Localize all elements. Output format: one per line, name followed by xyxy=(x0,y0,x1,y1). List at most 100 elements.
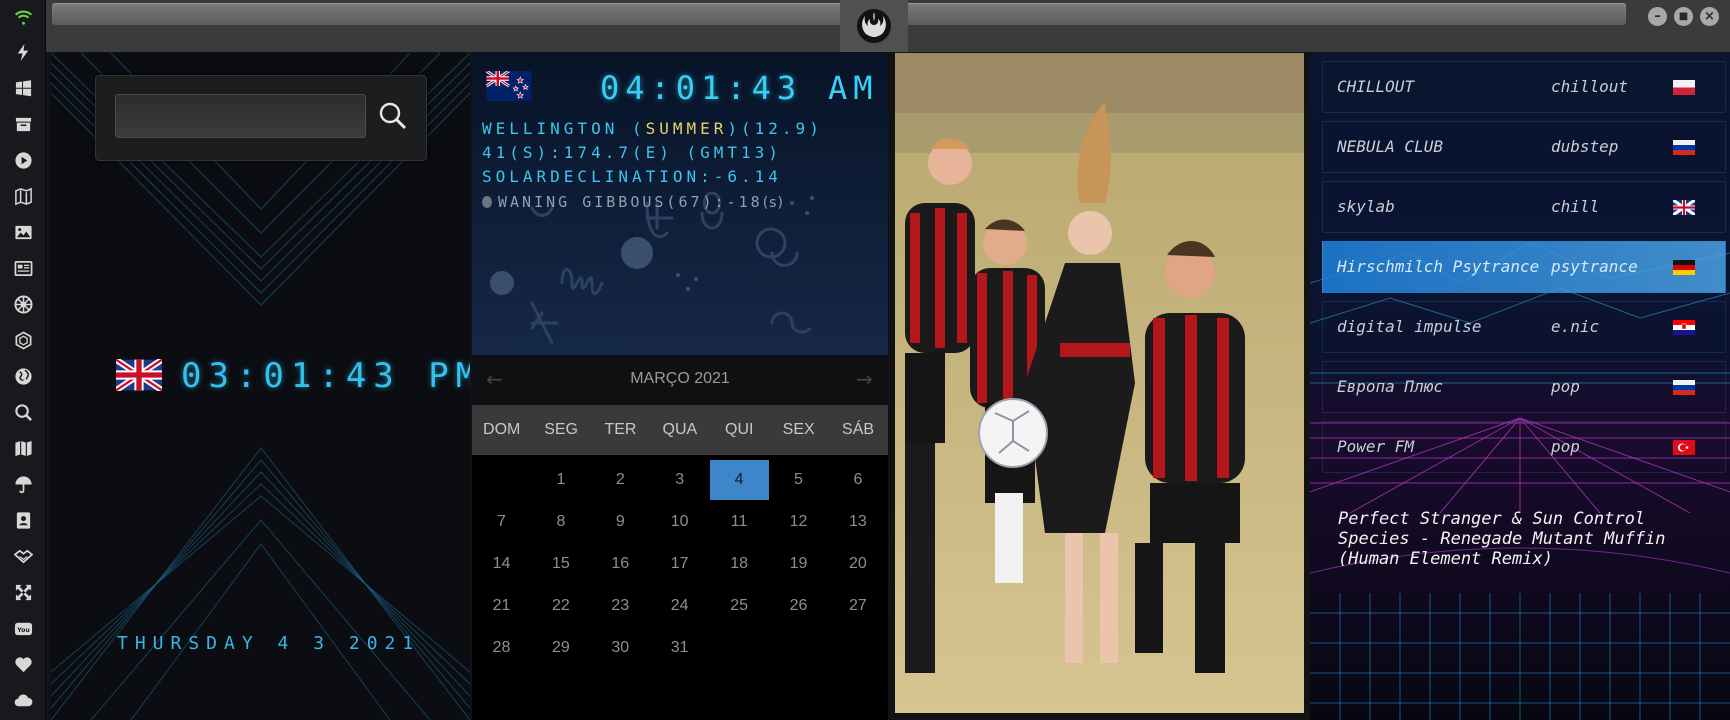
calendar-day[interactable]: 13 xyxy=(828,502,887,542)
archive-icon[interactable] xyxy=(13,114,33,134)
world-clock-panel: 04:01:43 AM WELLINGTON (SUMMER)(12.9) 41… xyxy=(472,53,888,355)
search-box xyxy=(95,75,427,161)
calendar-day[interactable]: 11 xyxy=(710,502,769,542)
radio-panel: CHILLOUT chillout NEBULA CLUB dubstep skylab… xyxy=(1310,53,1730,720)
calendar-day[interactable]: 23 xyxy=(591,586,650,626)
solar-declination-line: SOLARDECLINATION:-6.14 xyxy=(482,167,782,186)
station-item[interactable]: Европа Плюс pop xyxy=(1322,361,1726,413)
calendar-day[interactable]: 5 xyxy=(769,460,828,500)
station-name: digital impulse xyxy=(1337,317,1482,336)
image-icon[interactable] xyxy=(13,222,33,242)
search-icon[interactable] xyxy=(13,402,33,422)
calendar-day[interactable]: 25 xyxy=(710,586,769,626)
calendar-day[interactable]: 28 xyxy=(472,628,531,668)
weekday-label: DOM xyxy=(483,421,521,438)
next-month-button[interactable]: → xyxy=(856,367,873,391)
station-genre: chill xyxy=(1551,197,1600,216)
calendar-day[interactable]: 17 xyxy=(650,544,709,584)
uk-flag-icon xyxy=(1673,200,1695,215)
local-time: 03:01:43 PM xyxy=(181,356,470,396)
youtube-icon[interactable]: You xyxy=(13,618,33,638)
station-item[interactable]: CHILLOUT chillout xyxy=(1322,61,1726,113)
now-playing-text: Perfect Stranger & Sun Control Species -… xyxy=(1338,509,1666,569)
calendar-day[interactable]: 1 xyxy=(531,460,590,500)
search-icon[interactable] xyxy=(378,100,408,132)
croatia-flag-icon xyxy=(1673,320,1695,335)
station-item[interactable]: Hirschmilch Psytrance psytrance xyxy=(1322,241,1726,293)
calendar-title: MARÇO 2021 xyxy=(630,370,730,387)
moon-phase-line: WANING GIBBOUS(67):-18(s) xyxy=(482,193,784,211)
calendar-day[interactable]: 26 xyxy=(769,586,828,626)
hexagon-icon[interactable] xyxy=(13,330,33,350)
calendar-day[interactable]: 3 xyxy=(650,460,709,500)
cloud-icon[interactable] xyxy=(13,690,33,710)
russia-flag-icon xyxy=(1673,140,1695,155)
calendar-day[interactable]: 27 xyxy=(828,586,887,626)
news-icon[interactable] xyxy=(13,258,33,278)
calendar-day[interactable]: 21 xyxy=(472,586,531,626)
wellington-location-line: WELLINGTON (SUMMER)(12.9) xyxy=(482,119,823,138)
calendar: ← MARÇO 2021 → DOM SEG TER QUA QUI SEX S… xyxy=(472,355,888,720)
russia-flag-icon xyxy=(1673,380,1695,395)
calendar-day[interactable]: 19 xyxy=(769,544,828,584)
contacts-icon[interactable] xyxy=(13,510,33,530)
weekday-label: QUI xyxy=(725,421,754,438)
station-item[interactable]: skylab chill xyxy=(1322,181,1726,233)
calendar-day[interactable]: 12 xyxy=(769,502,828,542)
calendar-day[interactable]: 30 xyxy=(591,628,650,668)
umbrella-icon[interactable] xyxy=(13,474,33,494)
coordinates-line: 41(S):174.7(E) (GMT13) xyxy=(482,143,782,162)
station-genre: chillout xyxy=(1551,77,1629,96)
station-genre: pop xyxy=(1551,437,1580,456)
moon-phase-suffix: (s) xyxy=(762,195,784,211)
title-field[interactable] xyxy=(52,3,1626,25)
station-item[interactable]: digital impulse e.nic xyxy=(1322,301,1726,353)
calendar-day[interactable]: 20 xyxy=(828,544,887,584)
weekday-header: DOM SEG TER QUA QUI SEX SÁB xyxy=(472,405,888,455)
germany-flag-icon xyxy=(1673,260,1695,275)
calendar-day[interactable]: 10 xyxy=(650,502,709,542)
handshake-icon[interactable] xyxy=(13,546,33,566)
windows-icon[interactable] xyxy=(13,78,33,98)
play-icon[interactable] xyxy=(13,150,33,170)
calendar-day[interactable]: 15 xyxy=(531,544,590,584)
local-clock-panel: 03:01:43 PM THURSDAY 4 3 2021 xyxy=(51,53,470,720)
sidebar: You xyxy=(0,0,46,720)
station-item[interactable]: NEBULA CLUB dubstep xyxy=(1322,121,1726,173)
empire-icon[interactable] xyxy=(13,294,33,314)
heart-icon[interactable] xyxy=(13,654,33,674)
calendar-day[interactable]: 9 xyxy=(591,502,650,542)
wifi-icon[interactable] xyxy=(13,6,33,26)
photo-frame xyxy=(895,53,1304,713)
title-bar: – ■ × xyxy=(46,0,1730,52)
rebel-alliance-icon[interactable] xyxy=(854,6,894,46)
weekday-label: TER xyxy=(604,421,637,438)
calendar-day[interactable]: 29 xyxy=(531,628,590,668)
search-input[interactable] xyxy=(115,94,366,138)
map-icon[interactable] xyxy=(13,438,33,458)
calendar-day[interactable]: 6 xyxy=(828,460,887,500)
calendar-day[interactable]: 22 xyxy=(531,586,590,626)
calendar-day[interactable]: 14 xyxy=(472,544,531,584)
location-label: WELLINGTON ( xyxy=(482,119,646,138)
close-button[interactable]: × xyxy=(1700,7,1719,26)
calendar-day[interactable]: 8 xyxy=(531,502,590,542)
calendar-day[interactable]: 31 xyxy=(650,628,709,668)
maximize-button[interactable]: ■ xyxy=(1674,7,1693,26)
calendar-day[interactable]: 24 xyxy=(650,586,709,626)
bolt-icon[interactable] xyxy=(13,42,33,62)
calendar-day[interactable]: 2 xyxy=(591,460,650,500)
map-book-icon[interactable] xyxy=(13,186,33,206)
weekday-label: QUA xyxy=(662,421,698,438)
expand-icon[interactable] xyxy=(13,582,33,602)
minimize-button[interactable]: – xyxy=(1648,7,1667,26)
calendar-day[interactable]: 16 xyxy=(591,544,650,584)
calendar-day[interactable]: 18 xyxy=(710,544,769,584)
svg-text:You: You xyxy=(16,626,30,633)
calendar-header: ← MARÇO 2021 → xyxy=(472,355,888,405)
calendar-day[interactable]: 7 xyxy=(472,502,531,542)
station-item[interactable]: Power FM pop xyxy=(1322,421,1726,473)
globe-icon[interactable] xyxy=(13,366,33,386)
station-genre: psytrance xyxy=(1551,257,1638,276)
calendar-day-selected[interactable]: 4 xyxy=(709,460,769,500)
